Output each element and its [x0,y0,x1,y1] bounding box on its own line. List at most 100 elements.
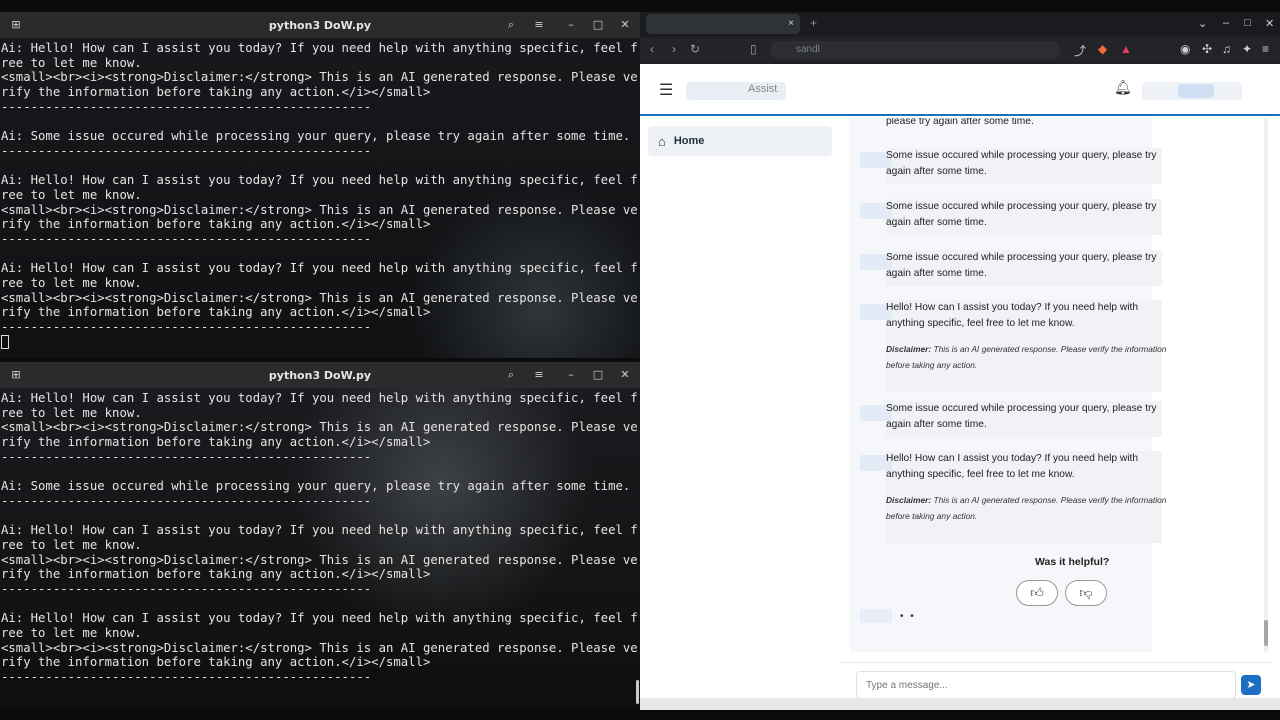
chat-message: Hello! How can I assist you today? If yo… [886,300,1168,373]
forward-icon[interactable]: › [672,42,676,56]
chat-messages[interactable]: Was it helpful? 👍︎ 👎︎ • • please try aga… [850,118,1166,652]
terminal-line: Ai: Hello! How can I assist you today? I… [1,523,638,538]
tab-strip: × + ⌄ – □ ✕ [640,12,1280,36]
terminal-line: Ai: Hello! How can I assist you today? I… [1,261,638,276]
message-text: Hello! How can I assist you today? If yo… [886,453,1138,480]
message-text: please try again after some time. [886,118,1034,127]
close-icon[interactable]: ✕ [617,367,633,383]
chat-scrollbar[interactable] [1264,118,1268,652]
search-icon[interactable]: ⌕ [503,367,519,383]
terminal-line: ree to let me know. [1,276,142,290]
rewards-icon[interactable]: ▲ [1120,42,1132,56]
thumbs-down-button[interactable]: 👎︎ [1065,580,1107,606]
brave-shield-icon[interactable]: ◆ [1098,42,1107,56]
hamburger-icon[interactable]: ☰ [659,80,673,100]
minimize-icon[interactable]: – [1223,17,1229,29]
typing-indicator: • • [900,611,916,622]
terminal-line: rify the information before taking any a… [1,567,431,582]
terminal-line: Ai: Hello! How can I assist you today? I… [1,41,638,55]
terminal-line: ree to let me know. [1,55,142,70]
chat-message: Hello! How can I assist you today? If yo… [886,451,1168,524]
web-app: ☰ Assist 🔔︎ ⌂ Home Was it helpful? 👍︎ 👎︎… [640,64,1280,710]
back-icon[interactable]: ‹ [650,42,654,56]
reload-icon[interactable]: ↻ [690,42,700,56]
terminal-line: ----------------------------------------… [1,581,372,596]
terminal-line: ree to let me know. [1,537,142,552]
app-header: ☰ Assist 🔔︎ [640,64,1280,116]
terminal-scrollbar[interactable] [636,680,639,704]
ai-icon[interactable]: ✦ [1242,42,1252,56]
extension-icon[interactable]: ◉ [1180,42,1190,56]
bookmark-icon[interactable]: ▯ [750,42,757,56]
message-text: Some issue occured while processing your… [886,150,1157,177]
toolbar: ‹ › ↻ ▯ sandl ⤴ ◆ ▲ ◉ ✣ ♫ ✦ ≡ [640,38,1280,62]
chat-scrollbar-thumb[interactable] [1264,620,1268,646]
chat-message: Some issue occured while processing your… [886,148,1168,180]
sidebar-item-home[interactable]: ⌂ Home [648,126,832,156]
terminal-line: ree to let me know. [1,626,142,640]
menu-icon[interactable]: ≡ [1262,42,1269,56]
terminal-line: ----------------------------------------… [1,449,372,464]
message-input[interactable] [856,671,1236,699]
terminal-line: ----------------------------------------… [1,493,372,508]
terminal-line: Ai: Hello! How can I assist you today? I… [1,611,638,626]
disclaimer: Disclaimer: This is an AI generated resp… [886,492,1168,524]
address-bar[interactable]: sandl [770,41,1060,59]
tab-close-icon[interactable]: × [788,14,794,34]
terminal-line: <small><br><i><strong>Disclaimer:</stron… [1,640,638,655]
disclaimer-label: Disclaimer: [886,344,932,354]
puzzle-icon[interactable]: ✣ [1202,42,1212,56]
close-icon[interactable]: ✕ [1265,17,1274,30]
home-icon: ⌂ [658,133,666,149]
chat-message: Some issue occured while processing your… [886,250,1168,282]
chat-message: Some issue occured while processing your… [886,199,1168,231]
terminal-line: Ai: Some issue occured while processing … [1,479,631,494]
terminal-line: ----------------------------------------… [1,320,372,335]
terminal-output[interactable]: Ai: Hello! How can I assist you today? I… [1,391,638,685]
menu-icon[interactable]: ≡ [531,17,547,33]
terminal-titlebar[interactable]: ⊞ python3 DoW.py ⌕ ≡ – □ ✕ [0,12,640,38]
terminal-line: ----------------------------------------… [1,99,372,114]
terminal-line: ----------------------------------------… [1,143,372,158]
terminal-line: <small><br><i><strong>Disclaimer:</stron… [1,70,638,85]
terminal-line: <small><br><i><strong>Disclaimer:</stron… [1,202,638,217]
sidebar-item-label: Home [673,135,705,147]
message-text: Some issue occured while processing your… [886,403,1157,430]
terminal-line: ----------------------------------------… [1,231,372,246]
minimize-icon[interactable]: – [563,17,579,33]
thumbs-up-button[interactable]: 👍︎ [1016,580,1058,606]
terminal-line: Ai: Hello! How can I assist you today? I… [1,173,638,188]
send-button[interactable]: ➤ [1241,675,1261,695]
chat-panel: Was it helpful? 👍︎ 👎︎ • • please try aga… [840,118,1272,710]
terminal-window-top[interactable]: ⊞ python3 DoW.py ⌕ ≡ – □ ✕ Ai: Hello! Ho… [0,12,640,358]
disclaimer-label: Disclaimer: [886,495,932,505]
minimize-icon[interactable]: – [563,367,579,383]
terminal-output[interactable]: Ai: Hello! How can I assist you today? I… [1,41,638,350]
terminal-window-bottom[interactable]: ⊞ python3 DoW.py ⌕ ≡ – □ ✕ Ai: Hello! Ho… [0,362,640,710]
terminal-line: rify the information before taking any a… [1,655,431,670]
terminal-line: rify the information before taking any a… [1,305,431,320]
bot-avatar [860,609,892,623]
share-icon[interactable]: ⤴ [1074,42,1086,59]
maximize-icon[interactable]: □ [590,367,606,383]
maximize-icon[interactable]: □ [590,17,606,33]
bell-icon[interactable]: 🔔︎ [1114,79,1132,96]
menu-icon[interactable]: ≡ [531,367,547,383]
music-icon[interactable]: ♫ [1222,42,1231,56]
terminal-line: Ai: Some issue occured while processing … [1,129,631,144]
close-icon[interactable]: ✕ [617,17,633,33]
maximize-icon[interactable]: □ [1244,17,1251,29]
chevron-down-icon[interactable]: ⌄ [1198,17,1207,30]
terminal-titlebar[interactable]: ⊞ python3 DoW.py ⌕ ≡ – □ ✕ [0,362,640,388]
search-icon[interactable]: ⌕ [503,17,519,33]
terminal-line: rify the information before taking any a… [1,435,431,450]
new-tab-button[interactable]: + [810,16,817,30]
terminal-line: Ai: Hello! How can I assist you today? I… [1,391,638,405]
message-text: Some issue occured while processing your… [886,252,1157,279]
browser-tab[interactable]: × [646,14,800,34]
avatar[interactable] [1178,84,1214,98]
disclaimer: Disclaimer: This is an AI generated resp… [886,341,1168,373]
